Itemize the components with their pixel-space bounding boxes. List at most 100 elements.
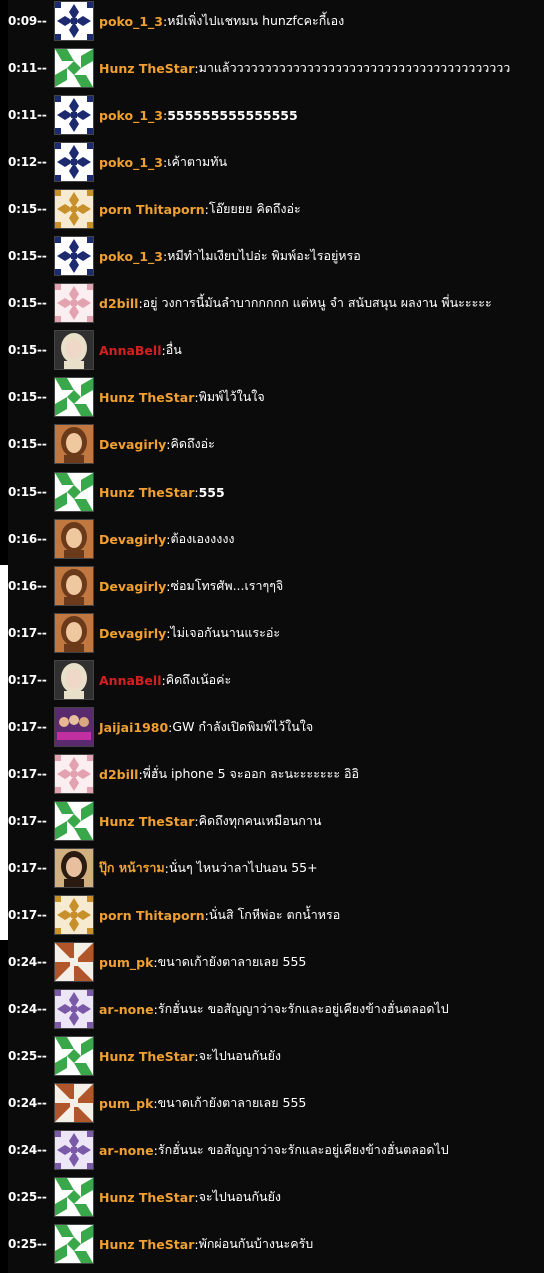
- message-timestamp: 0:17--: [8, 673, 47, 687]
- message-text: หมีเพิ่งไปแชทมน hunzfcคะกี้เอง: [167, 13, 345, 28]
- message-text: อยู่ วงการนี้มันลำบากกกกก แต่หนู จำ สนับ…: [142, 295, 492, 310]
- chat-message-row: 0:24-- ar-none: รักฮั่นนะ ขอสัญญาว่าจะรั…: [8, 1130, 449, 1170]
- message-timestamp: 0:24--: [8, 1002, 47, 1016]
- username-link[interactable]: Hunz TheStar: [99, 390, 194, 405]
- girl-photo-avatar[interactable]: [54, 519, 94, 559]
- username-link[interactable]: ปุ๊ก หน้าราม: [99, 858, 165, 878]
- username-link[interactable]: Hunz TheStar: [99, 485, 194, 500]
- navy-quilt-avatar[interactable]: [54, 142, 94, 182]
- chat-message-row: 0:17-- porn Thitaporn: นั่นสิ โกหีพ่อะ ต…: [8, 895, 340, 935]
- message-timestamp: 0:15--: [8, 390, 47, 404]
- username-link[interactable]: Hunz TheStar: [99, 814, 194, 829]
- message-timestamp: 0:15--: [8, 249, 47, 263]
- navy-quilt-avatar[interactable]: [54, 236, 94, 276]
- message-text: หมีทำไมเงียบไปอ่ะ พิมพ์อะไรอยู่หรอ: [167, 248, 361, 263]
- message-timestamp: 0:15--: [8, 343, 47, 357]
- navy-quilt-avatar[interactable]: [54, 95, 94, 135]
- message-text: มาแล้ววววววววววววววววววววววววววววววววววว…: [198, 60, 511, 75]
- brown-pinwheel-quilt-avatar[interactable]: [54, 1083, 94, 1123]
- chat-message-row: 0:15-- AnnaBell: อื่น: [8, 330, 182, 370]
- purple-quilt-avatar[interactable]: [54, 1130, 94, 1170]
- username-link[interactable]: d2bill: [99, 767, 138, 782]
- message-text: 555555555555555: [167, 107, 298, 123]
- username-link[interactable]: AnnaBell: [99, 673, 161, 688]
- gold-diamond-quilt-avatar[interactable]: [54, 895, 94, 935]
- message-timestamp: 0:16--: [8, 532, 47, 546]
- username-link[interactable]: AnnaBell: [99, 343, 161, 358]
- girl-photo-avatar[interactable]: [54, 424, 94, 464]
- username-link[interactable]: pum_pk: [99, 1096, 153, 1111]
- message-text: ขนาดเก้ายังตาลายเลย 555: [157, 1095, 307, 1110]
- green-star-quilt-avatar[interactable]: [54, 1036, 94, 1076]
- message-text: พิมพ์ไว้ในใจ: [198, 389, 265, 404]
- username-link[interactable]: Hunz TheStar: [99, 1049, 194, 1064]
- chat-message-row: 0:15-- d2bill: อยู่ วงการนี้มันลำบากกกกก…: [8, 283, 492, 323]
- message-timestamp: 0:17--: [8, 814, 47, 828]
- username-link[interactable]: Devagirly: [99, 626, 166, 641]
- username-link[interactable]: porn Thitaporn: [99, 908, 205, 923]
- username-link[interactable]: poko_1_3: [99, 249, 163, 264]
- green-star-quilt-avatar[interactable]: [54, 801, 94, 841]
- brown-pinwheel-quilt-avatar[interactable]: [54, 942, 94, 982]
- green-star-quilt-avatar[interactable]: [54, 48, 94, 88]
- chat-message-row: 0:15-- poko_1_3: หมีทำไมเงียบไปอ่ะ พิมพ์…: [8, 236, 361, 276]
- message-timestamp: 0:17--: [8, 861, 47, 875]
- blonde-girl-photo-avatar[interactable]: [54, 330, 94, 370]
- message-timestamp: 0:15--: [8, 202, 47, 216]
- message-text: คิดถึงเน้อค่ะ: [165, 672, 232, 687]
- green-star-quilt-avatar[interactable]: [54, 1224, 94, 1264]
- username-link[interactable]: Hunz TheStar: [99, 1190, 194, 1205]
- message-text: เค้าตามทัน: [167, 154, 228, 169]
- chat-message-row: 0:15-- porn Thitaporn: โอ๊ยยยย คิดถึงอ่ะ: [8, 189, 301, 229]
- username-link[interactable]: Hunz TheStar: [99, 1237, 194, 1252]
- group-photo-avatar[interactable]: [54, 707, 94, 747]
- username-link[interactable]: Devagirly: [99, 579, 166, 594]
- blonde-girl-photo-avatar[interactable]: [54, 660, 94, 700]
- pink-diamond-quilt-avatar[interactable]: [54, 754, 94, 794]
- username-link[interactable]: Devagirly: [99, 532, 166, 547]
- chat-message-row: 0:17-- Jaijai1980: GW กำลังเปิดพิมพ์ไว้ใ…: [8, 707, 313, 747]
- chat-message-row: 0:17-- d2bill: พี่ฮั่น iphone 5 จะออก ละ…: [8, 754, 359, 794]
- message-timestamp: 0:16--: [8, 579, 47, 593]
- username-link[interactable]: Devagirly: [99, 437, 166, 452]
- gold-diamond-quilt-avatar[interactable]: [54, 189, 94, 229]
- chat-message-row: 0:24-- pum_pk: ขนาดเก้ายังตาลายเลย 555: [8, 1083, 306, 1123]
- username-link[interactable]: poko_1_3: [99, 14, 163, 29]
- message-timestamp: 0:15--: [8, 437, 47, 451]
- username-link[interactable]: Hunz TheStar: [99, 61, 194, 76]
- purple-quilt-avatar[interactable]: [54, 989, 94, 1029]
- username-link[interactable]: Jaijai1980: [99, 720, 168, 735]
- message-text: GW กำลังเปิดพิมพ์ไว้ในใจ: [172, 719, 314, 734]
- woman-photo-avatar[interactable]: [54, 848, 94, 888]
- username-link[interactable]: ar-none: [99, 1002, 154, 1017]
- message-timestamp: 0:25--: [8, 1190, 47, 1204]
- message-text: ซ่อมโทรศัพ...เราๆๆจิ: [170, 578, 284, 593]
- message-timestamp: 0:09--: [8, 14, 47, 28]
- username-link[interactable]: d2bill: [99, 296, 138, 311]
- girl-photo-avatar[interactable]: [54, 613, 94, 653]
- message-text: 555: [198, 484, 225, 500]
- message-text: ขนาดเก้ายังตาลายเลย 555: [157, 954, 307, 969]
- left-edge-strip: [0, 0, 8, 1273]
- message-text: พักผ่อนกันบ้างนะครับ: [198, 1236, 314, 1251]
- message-timestamp: 0:15--: [8, 485, 47, 499]
- chat-message-row: 0:16-- Devagirly: ซ่อมโทรศัพ...เราๆๆจิ: [8, 566, 283, 606]
- navy-quilt-avatar[interactable]: [54, 1, 94, 41]
- username-link[interactable]: poko_1_3: [99, 108, 163, 123]
- chat-message-row: 0:17-- AnnaBell: คิดถึงเน้อค่ะ: [8, 660, 231, 700]
- green-star-quilt-avatar[interactable]: [54, 472, 94, 512]
- username-link[interactable]: porn Thitaporn: [99, 202, 205, 217]
- username-link[interactable]: pum_pk: [99, 955, 153, 970]
- message-text: คิดถึงทุกคนเหมือนกาน: [198, 813, 322, 828]
- chat-message-row: 0:16-- Devagirly: ต้องเองงงงง: [8, 519, 235, 559]
- girl-photo-avatar[interactable]: [54, 566, 94, 606]
- chat-message-row: 0:25-- Hunz TheStar: พักผ่อนกันบ้างนะครั…: [8, 1224, 313, 1264]
- message-timestamp: 0:17--: [8, 767, 47, 781]
- green-star-quilt-avatar[interactable]: [54, 377, 94, 417]
- green-star-quilt-avatar[interactable]: [54, 1177, 94, 1217]
- message-text: ไม่เจอกันนานแระอ่ะ: [170, 625, 281, 640]
- pink-diamond-quilt-avatar[interactable]: [54, 283, 94, 323]
- username-link[interactable]: poko_1_3: [99, 155, 163, 170]
- username-link[interactable]: ar-none: [99, 1143, 154, 1158]
- message-timestamp: 0:11--: [8, 108, 47, 122]
